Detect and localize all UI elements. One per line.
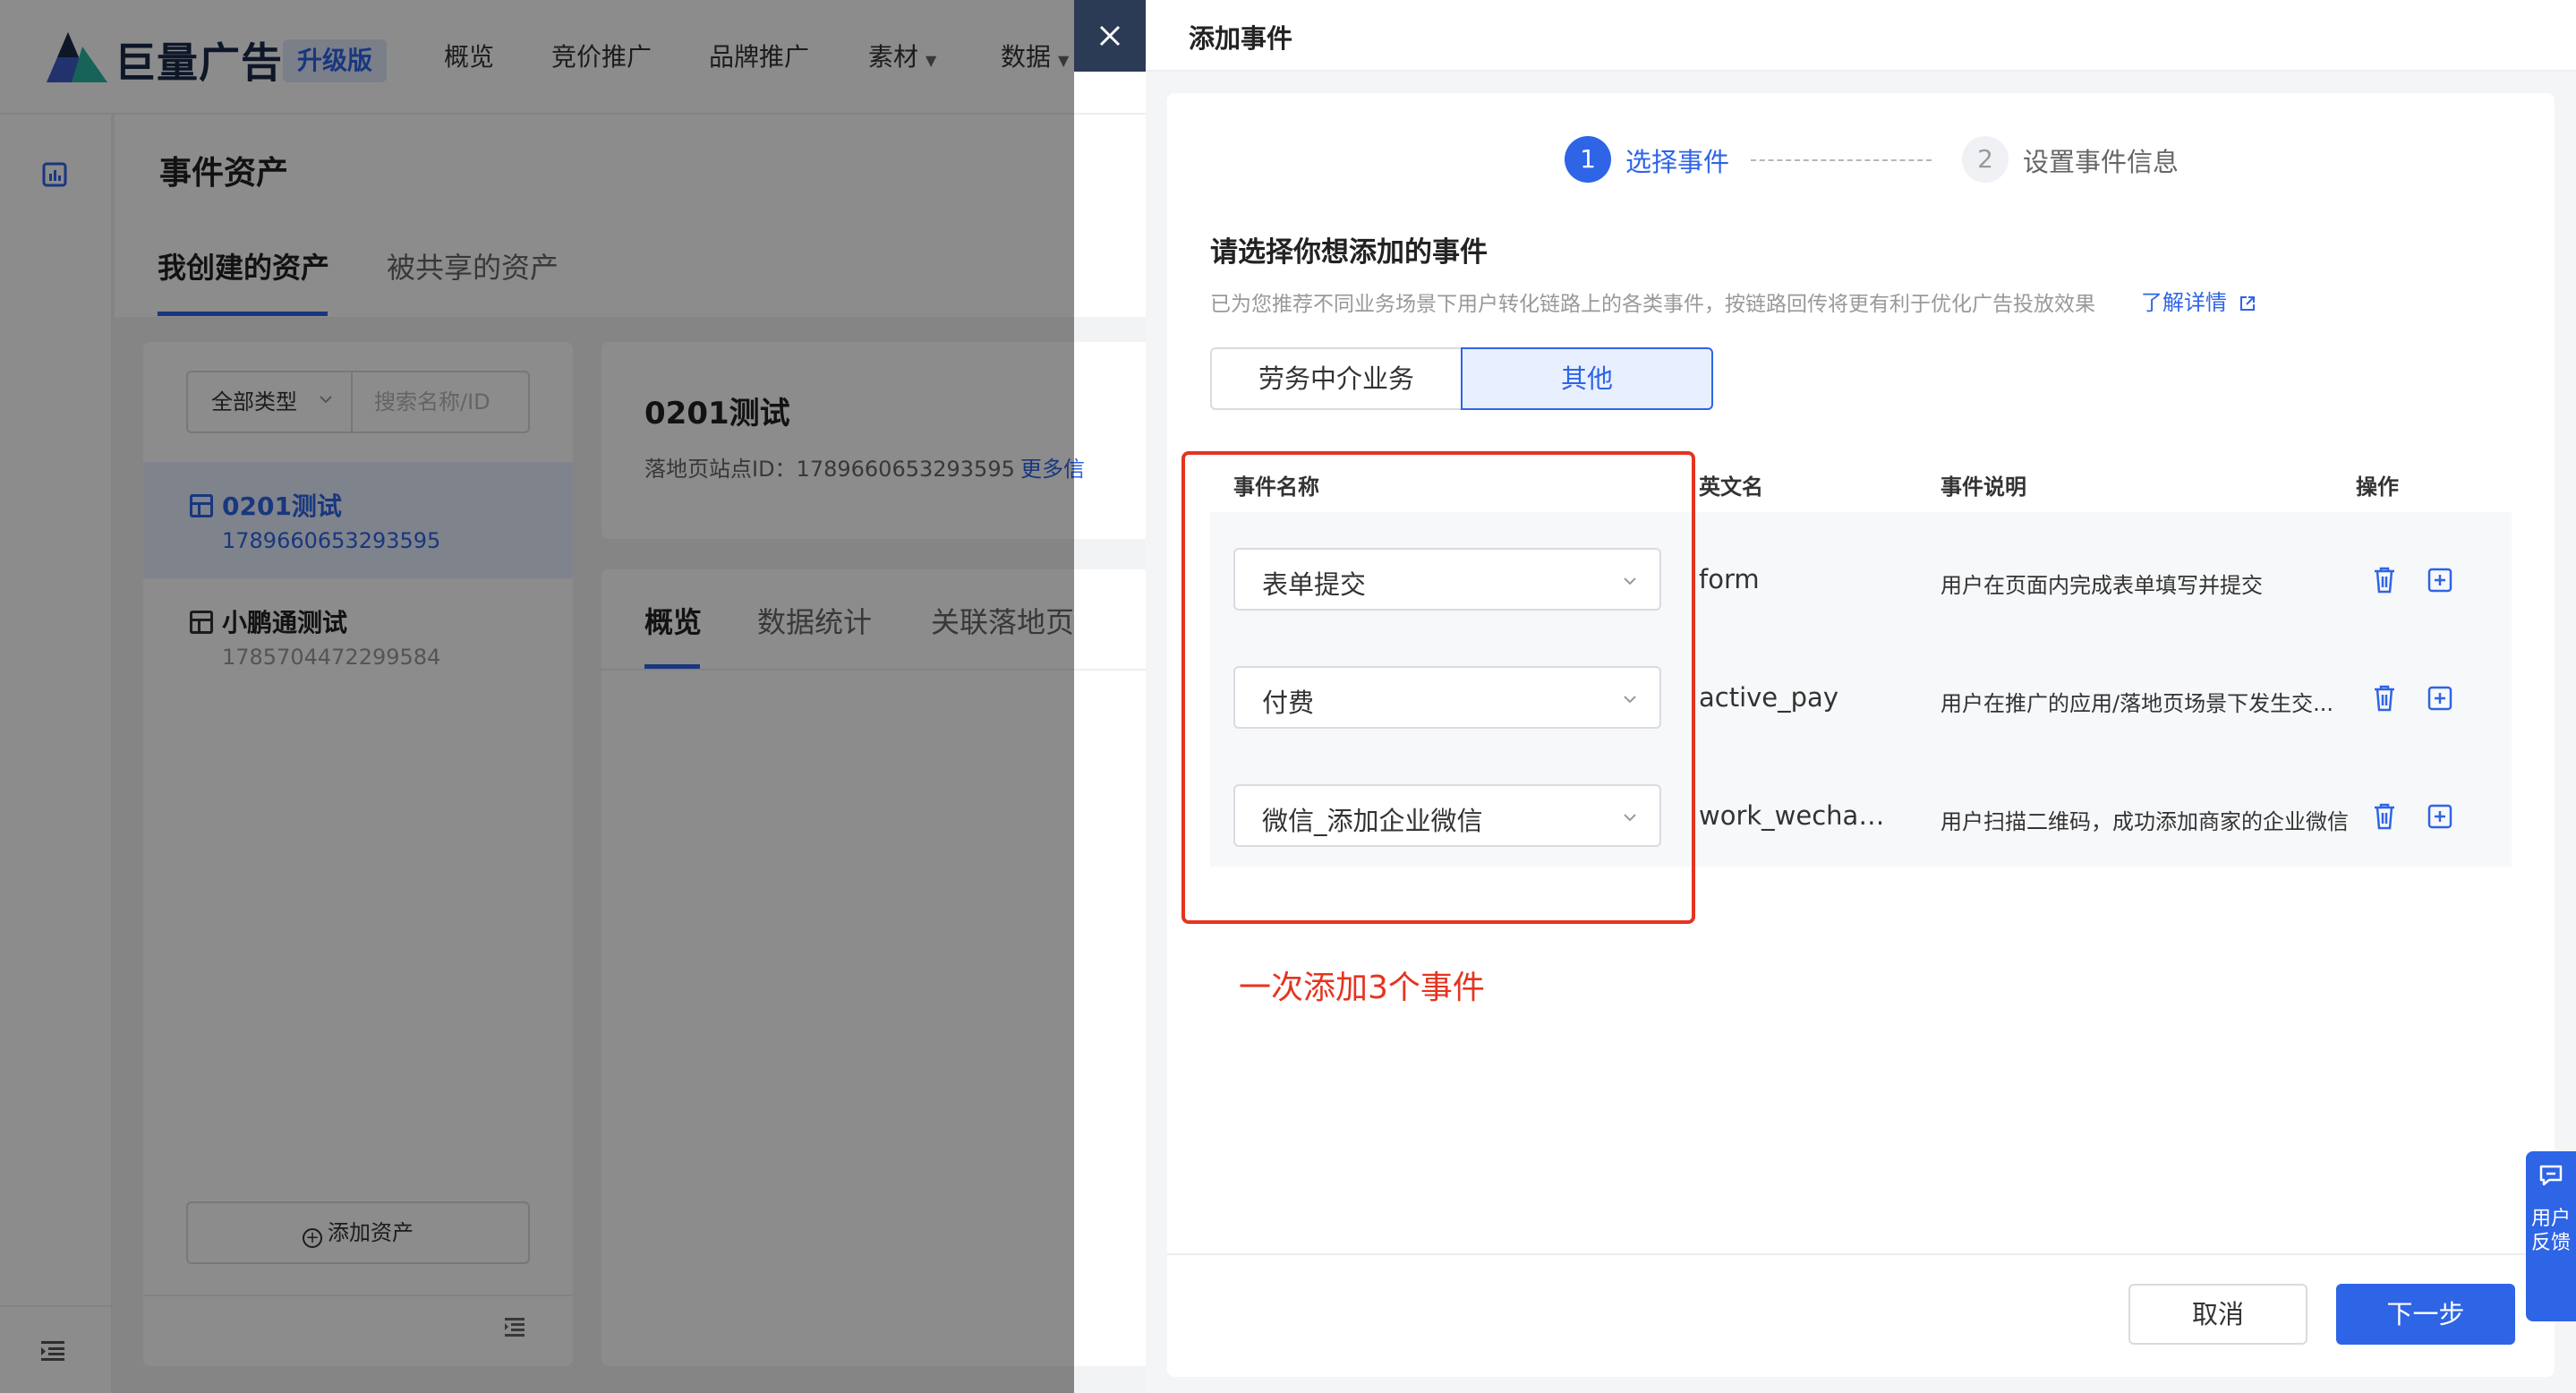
chat-bubble-icon — [2539, 1165, 2563, 1186]
user-feedback-label: 用户反馈 — [2530, 1208, 2571, 1254]
step-1-label: 选择事件 — [1625, 147, 1730, 177]
close-icon — [1099, 25, 1121, 47]
step-connector — [1751, 159, 1932, 161]
add-event-drawer: 添加事件 1 选择事件 2 设置事件信息 请选择你想添加的事件 已为您推荐不同业… — [1146, 0, 2576, 1393]
external-link-icon — [2239, 296, 2255, 311]
next-step-button[interactable]: 下一步 — [2336, 1284, 2515, 1345]
close-drawer-button[interactable] — [1074, 0, 1146, 72]
annotation-highlight-box — [1181, 451, 1695, 924]
step-2-indicator: 2 — [1962, 136, 2009, 183]
event-english-name: form — [1699, 564, 1760, 594]
event-description: 用户在推广的应用/落地页场景下发生交... — [1941, 691, 2333, 716]
delete-icon[interactable] — [2372, 566, 2397, 594]
add-row-icon[interactable] — [2427, 804, 2452, 829]
footer-divider — [1167, 1253, 2555, 1255]
event-description: 用户在页面内完成表单填写并提交 — [1941, 573, 2263, 598]
step-2-label: 设置事件信息 — [2023, 147, 2179, 177]
column-header-actions: 操作 — [2356, 474, 2399, 500]
event-english-name: work_wechat_... — [1699, 800, 1892, 831]
annotation-text: 一次添加3个事件 — [1239, 970, 1485, 1006]
segment-other[interactable]: 其他 — [1461, 347, 1713, 410]
column-header-english-name: 英文名 — [1699, 474, 1763, 500]
event-description: 用户扫描二维码，成功添加商家的企业微信 — [1941, 809, 2349, 834]
event-english-name: active_pay — [1699, 682, 1838, 713]
add-row-icon[interactable] — [2427, 568, 2452, 593]
delete-icon[interactable] — [2372, 802, 2397, 831]
modal-mask[interactable] — [0, 0, 1074, 1393]
drawer-header: 添加事件 — [1146, 0, 2576, 72]
section-title: 请选择你想添加的事件 — [1210, 236, 1488, 269]
learn-more-link[interactable]: 了解详情 — [2141, 285, 2256, 316]
segment-labor-agency[interactable]: 劳务中介业务 — [1210, 347, 1463, 410]
delete-icon[interactable] — [2372, 684, 2397, 713]
user-feedback-tab[interactable]: 用户反馈 — [2526, 1151, 2576, 1321]
add-row-icon[interactable] — [2427, 686, 2452, 711]
step-1-indicator: 1 — [1565, 136, 1611, 183]
learn-more-label: 了解详情 — [2141, 290, 2227, 315]
cancel-button[interactable]: 取消 — [2128, 1284, 2307, 1345]
section-description: 已为您推荐不同业务场景下用户转化链路上的各类事件，按链路回传将更有利于优化广告投… — [1210, 293, 2095, 316]
drawer-body: 1 选择事件 2 设置事件信息 请选择你想添加的事件 已为您推荐不同业务场景下用… — [1167, 93, 2555, 1377]
drawer-title: 添加事件 — [1189, 23, 1293, 54]
column-header-description: 事件说明 — [1941, 474, 2026, 500]
